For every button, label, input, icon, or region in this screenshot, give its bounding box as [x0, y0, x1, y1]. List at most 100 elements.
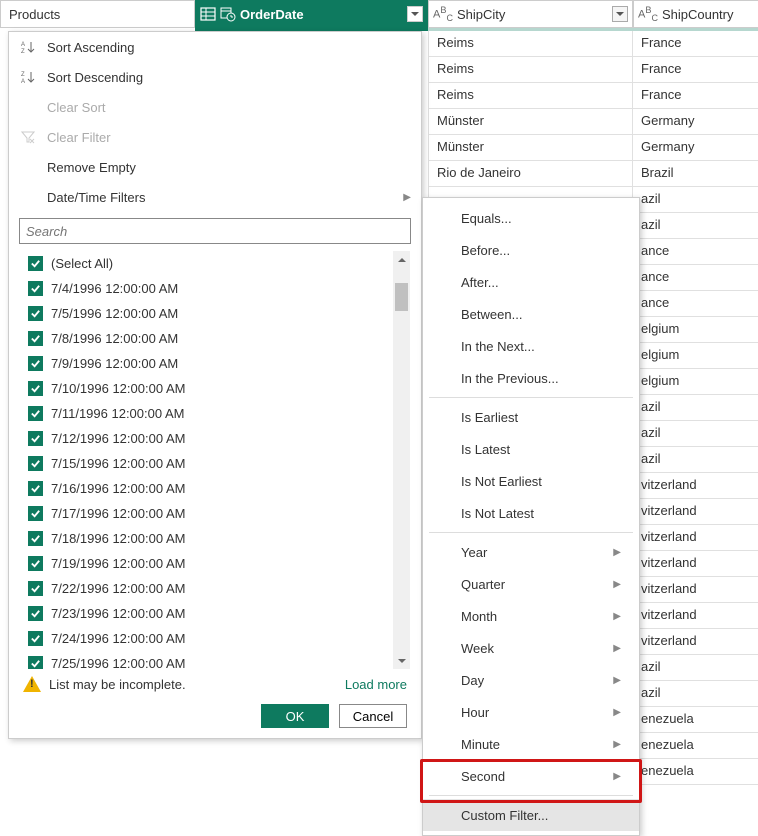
filter-equals[interactable]: Equals... — [423, 202, 639, 234]
filter-value-item[interactable]: (Select All) — [20, 251, 410, 276]
checkbox-checked-icon[interactable] — [28, 656, 43, 670]
filter-value-item[interactable]: 7/16/1996 12:00:00 AM — [20, 476, 410, 501]
cell-shipcountry[interactable]: vitzerland — [633, 525, 758, 551]
filter-value-item[interactable]: 7/4/1996 12:00:00 AM — [20, 276, 410, 301]
filter-value-item[interactable]: 7/17/1996 12:00:00 AM — [20, 501, 410, 526]
sort-ascending[interactable]: AZ Sort Ascending — [9, 32, 421, 62]
checkbox-checked-icon[interactable] — [28, 356, 43, 371]
filter-year[interactable]: Year▶ — [423, 536, 639, 568]
checkbox-checked-icon[interactable] — [28, 331, 43, 346]
cell-shipcountry[interactable]: vitzerland — [633, 629, 758, 655]
cell-shipcity[interactable]: Münster — [428, 135, 633, 161]
cell-shipcountry[interactable]: azil — [633, 447, 758, 473]
filter-day[interactable]: Day▶ — [423, 664, 639, 696]
filter-in-previous[interactable]: In the Previous... — [423, 362, 639, 394]
column-header-shipcountry[interactable]: ABC ShipCountry — [633, 0, 758, 28]
column-header-orderdate[interactable]: OrderDate — [195, 0, 428, 28]
cell-shipcountry[interactable]: vitzerland — [633, 577, 758, 603]
filter-minute[interactable]: Minute▶ — [423, 728, 639, 760]
filter-is-not-latest[interactable]: Is Not Latest — [423, 497, 639, 529]
filter-value-item[interactable]: 7/9/1996 12:00:00 AM — [20, 351, 410, 376]
ok-button[interactable]: OK — [261, 704, 329, 728]
cell-shipcountry[interactable]: vitzerland — [633, 473, 758, 499]
cell-shipcountry[interactable]: azil — [633, 187, 758, 213]
table-row[interactable]: Rio de JaneiroBrazil — [428, 161, 758, 187]
cell-shipcountry[interactable]: azil — [633, 681, 758, 707]
cell-shipcountry[interactable]: azil — [633, 421, 758, 447]
cell-shipcountry[interactable]: azil — [633, 655, 758, 681]
scroll-thumb[interactable] — [395, 283, 408, 311]
filter-value-item[interactable]: 7/10/1996 12:00:00 AM — [20, 376, 410, 401]
filter-value-item[interactable]: 7/23/1996 12:00:00 AM — [20, 601, 410, 626]
filter-value-item[interactable]: 7/11/1996 12:00:00 AM — [20, 401, 410, 426]
cell-shipcountry[interactable]: enezuela — [633, 733, 758, 759]
cell-shipcountry[interactable]: Germany — [633, 135, 758, 161]
filter-value-item[interactable]: 7/24/1996 12:00:00 AM — [20, 626, 410, 651]
checkbox-checked-icon[interactable] — [28, 506, 43, 521]
filter-value-item[interactable]: 7/19/1996 12:00:00 AM — [20, 551, 410, 576]
checkbox-checked-icon[interactable] — [28, 281, 43, 296]
checkbox-checked-icon[interactable] — [28, 406, 43, 421]
cell-shipcountry[interactable]: elgium — [633, 317, 758, 343]
checkbox-checked-icon[interactable] — [28, 256, 43, 271]
cell-shipcountry[interactable]: ance — [633, 239, 758, 265]
filter-between[interactable]: Between... — [423, 298, 639, 330]
cell-shipcountry[interactable]: France — [633, 57, 758, 83]
filter-custom[interactable]: Custom Filter... — [423, 799, 639, 831]
cell-shipcity[interactable]: Reims — [428, 57, 633, 83]
scrollbar[interactable] — [393, 251, 410, 669]
filter-value-item[interactable]: 7/8/1996 12:00:00 AM — [20, 326, 410, 351]
table-row[interactable]: MünsterGermany — [428, 109, 758, 135]
checkbox-checked-icon[interactable] — [28, 481, 43, 496]
filter-week[interactable]: Week▶ — [423, 632, 639, 664]
checkbox-checked-icon[interactable] — [28, 456, 43, 471]
column-filter-dropdown[interactable] — [407, 6, 423, 22]
filter-value-item[interactable]: 7/22/1996 12:00:00 AM — [20, 576, 410, 601]
filter-before[interactable]: Before... — [423, 234, 639, 266]
checkbox-checked-icon[interactable] — [28, 306, 43, 321]
sort-descending[interactable]: ZA Sort Descending — [9, 62, 421, 92]
checkbox-checked-icon[interactable] — [28, 631, 43, 646]
filter-after[interactable]: After... — [423, 266, 639, 298]
filter-value-item[interactable]: 7/5/1996 12:00:00 AM — [20, 301, 410, 326]
filter-hour[interactable]: Hour▶ — [423, 696, 639, 728]
filter-value-item[interactable]: 7/12/1996 12:00:00 AM — [20, 426, 410, 451]
checkbox-checked-icon[interactable] — [28, 431, 43, 446]
cell-shipcountry[interactable]: enezuela — [633, 759, 758, 785]
cell-shipcountry[interactable]: elgium — [633, 343, 758, 369]
column-header-products[interactable]: Products — [0, 0, 195, 28]
cell-shipcountry[interactable]: azil — [633, 213, 758, 239]
column-filter-dropdown[interactable] — [612, 6, 628, 22]
table-row[interactable]: ReimsFrance — [428, 31, 758, 57]
cancel-button[interactable]: Cancel — [339, 704, 407, 728]
load-more-link[interactable]: Load more — [345, 677, 407, 692]
cell-shipcountry[interactable]: France — [633, 31, 758, 57]
checkbox-checked-icon[interactable] — [28, 531, 43, 546]
datetime-filters[interactable]: Date/Time Filters ▶ — [9, 182, 421, 212]
scroll-up-icon[interactable] — [393, 251, 410, 268]
cell-shipcountry[interactable]: vitzerland — [633, 603, 758, 629]
filter-value-item[interactable]: 7/25/1996 12:00:00 AM — [20, 651, 410, 670]
checkbox-checked-icon[interactable] — [28, 556, 43, 571]
table-row[interactable]: MünsterGermany — [428, 135, 758, 161]
table-row[interactable]: ReimsFrance — [428, 57, 758, 83]
cell-shipcountry[interactable]: vitzerland — [633, 551, 758, 577]
cell-shipcity[interactable]: Münster — [428, 109, 633, 135]
cell-shipcountry[interactable]: ance — [633, 265, 758, 291]
filter-value-item[interactable]: 7/18/1996 12:00:00 AM — [20, 526, 410, 551]
cell-shipcity[interactable]: Reims — [428, 31, 633, 57]
filter-quarter[interactable]: Quarter▶ — [423, 568, 639, 600]
cell-shipcountry[interactable]: France — [633, 83, 758, 109]
filter-is-earliest[interactable]: Is Earliest — [423, 401, 639, 433]
cell-shipcountry[interactable]: vitzerland — [633, 499, 758, 525]
filter-value-item[interactable]: 7/15/1996 12:00:00 AM — [20, 451, 410, 476]
scroll-down-icon[interactable] — [393, 652, 410, 669]
cell-shipcity[interactable]: Reims — [428, 83, 633, 109]
table-row[interactable]: ReimsFrance — [428, 83, 758, 109]
filter-month[interactable]: Month▶ — [423, 600, 639, 632]
cell-shipcountry[interactable]: enezuela — [633, 707, 758, 733]
search-input[interactable] — [19, 218, 411, 244]
cell-shipcountry[interactable]: ance — [633, 291, 758, 317]
filter-is-latest[interactable]: Is Latest — [423, 433, 639, 465]
checkbox-checked-icon[interactable] — [28, 606, 43, 621]
